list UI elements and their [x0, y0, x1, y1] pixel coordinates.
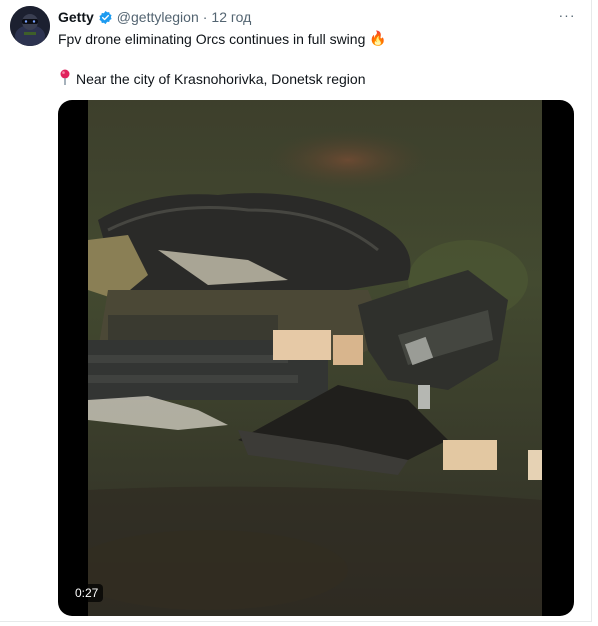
author-avatar[interactable] [10, 6, 50, 46]
video-duration: 0:27 [70, 584, 104, 602]
tweet-text-line-2: Near the city of Krasnohorivka, Donetsk … [58, 69, 365, 88]
author-handle[interactable]: @gettylegion [117, 9, 199, 25]
tweet-header: Getty @gettylegion · 12 год [58, 8, 251, 26]
tweet-card[interactable]: Getty @gettylegion · 12 год ··· Fpv dron… [0, 0, 592, 622]
avatar-image [10, 6, 50, 46]
tweet-text-main: Fpv drone eliminating Orcs continues in … [58, 30, 366, 47]
tweet-video[interactable]: 0:27 [58, 100, 574, 616]
header-separator: · [202, 9, 208, 25]
video-frame-image [88, 100, 542, 616]
tweet-text-line-1: Fpv drone eliminating Orcs continues in … [58, 30, 387, 47]
round-pushpin-icon [58, 69, 72, 88]
fire-emoji-icon: 🔥 [369, 30, 387, 46]
tweet-location-text: Near the city of Krasnohorivka, Donetsk … [76, 70, 366, 87]
tweet-timestamp[interactable]: 12 год [211, 9, 251, 25]
verified-badge-icon [98, 10, 113, 25]
more-options-icon[interactable]: ··· [556, 6, 578, 24]
author-name[interactable]: Getty [58, 9, 94, 25]
